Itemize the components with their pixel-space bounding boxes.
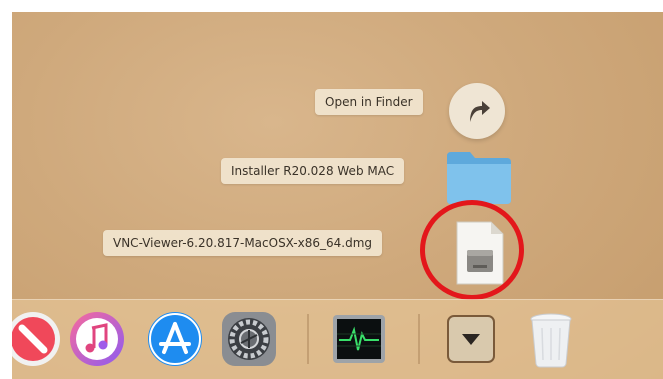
dock: [12, 299, 663, 379]
app-store-icon[interactable]: [146, 310, 204, 368]
folder-icon[interactable]: [444, 148, 514, 206]
open-in-finder-button[interactable]: [449, 83, 505, 139]
system-preferences-icon[interactable]: [220, 310, 278, 368]
stack-item-label[interactable]: Installer R20.028 Web MAC: [221, 158, 405, 184]
trash-icon[interactable]: [522, 310, 580, 368]
itunes-icon[interactable]: [68, 310, 126, 368]
curved-arrow-icon: [470, 101, 490, 122]
dock-separator: [307, 314, 309, 364]
news-icon[interactable]: [12, 310, 62, 368]
downloads-stack-icon[interactable]: [442, 310, 500, 368]
desktop: Open in Finder Installer R20.028 Web MAC…: [12, 12, 663, 379]
open-in-finder-label[interactable]: Open in Finder: [315, 89, 423, 115]
highlight-circle: [420, 200, 524, 300]
dock-separator: [418, 314, 420, 364]
stack-item-label[interactable]: VNC-Viewer-6.20.817-MacOSX-x86_64.dmg: [103, 230, 383, 256]
activity-monitor-icon[interactable]: [330, 310, 388, 368]
